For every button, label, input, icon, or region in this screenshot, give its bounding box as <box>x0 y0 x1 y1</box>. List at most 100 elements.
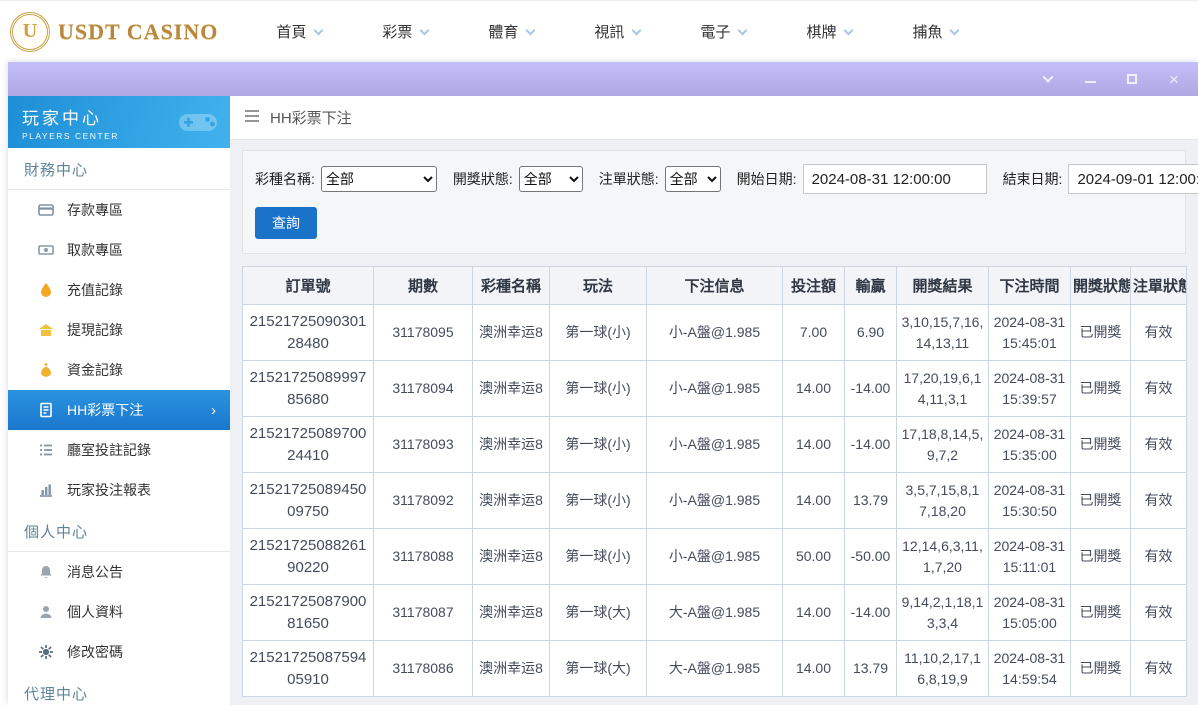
table-cell: 2024-08-31 15:45:01 <box>988 304 1071 361</box>
collapse-icon[interactable] <box>1040 71 1056 87</box>
lottery-ticket-icon <box>38 402 54 418</box>
order-status-select[interactable]: 全部 <box>664 166 721 192</box>
nav-item-label: 捕魚 <box>912 24 943 41</box>
order-status-label: 注單狀態: <box>598 171 659 187</box>
table-cell: 6.90 <box>844 304 897 361</box>
table-cell: 12,14,6,3,11,1,7,20 <box>896 528 989 585</box>
column-header: 期數 <box>373 266 473 305</box>
sidebar-item-deposit[interactable]: 存款專區 <box>8 190 230 230</box>
sidebar-item-hall-bet-record[interactable]: 廳室投註記錄 <box>8 430 230 470</box>
table-cell: 已開獎 <box>1070 472 1131 529</box>
table-cell: 14.00 <box>782 360 845 417</box>
table-cell: 澳洲幸运8 <box>472 472 550 529</box>
nav-item-live-video[interactable]: 視訊 <box>594 21 642 42</box>
table-cell: 有效 <box>1130 528 1187 585</box>
lottery-name-label: 彩種名稱: <box>255 171 315 187</box>
table-cell: 已開獎 <box>1070 528 1131 585</box>
table-cell: 11,10,2,17,16,8,19,9 <box>896 640 989 697</box>
players-center-header: 玩家中心 PLAYERS CENTER <box>8 96 230 148</box>
table-cell: 已開獎 <box>1070 304 1131 361</box>
chevron-down-icon <box>631 25 642 35</box>
draw-status-select[interactable]: 全部 <box>518 166 583 192</box>
minimize-icon[interactable] <box>1082 71 1098 87</box>
nav-item-lottery[interactable]: 彩票 <box>382 21 430 42</box>
table-cell: 17,18,8,14,5,9,7,2 <box>896 416 989 473</box>
sidebar-item-withdrawal-record[interactable]: 提現記錄 <box>8 310 230 350</box>
sidebar-item-hh-lottery-bet[interactable]: HH彩票下注 › <box>8 390 230 430</box>
nav-item-home[interactable]: 首頁 <box>276 21 324 42</box>
close-icon[interactable]: × <box>1166 71 1182 88</box>
table-cell: 有效 <box>1130 640 1187 697</box>
main-content: HH彩票下注 彩種名稱: 全部 開獎狀態: 全部 注單狀態: 全部 開始日期: … <box>230 96 1198 705</box>
draw-status-label: 開獎狀態: <box>452 171 513 187</box>
logo-text: USDT CASINO <box>58 18 219 44</box>
sidebar-item-label: HH彩票下注 <box>67 402 144 418</box>
table-cell: 已開獎 <box>1070 640 1131 697</box>
sidebar-item-withdraw[interactable]: 取款專區 <box>8 230 230 270</box>
cash-icon <box>38 242 54 258</box>
sidebar-item-funds-record[interactable]: 資金記錄 <box>8 350 230 390</box>
window-titlebar: × <box>8 62 1198 96</box>
table-cell: 31178093 <box>373 416 473 473</box>
sidebar-item-announcements[interactable]: 消息公告 <box>8 552 230 592</box>
sidebar-item-label: 取款專區 <box>67 242 123 258</box>
page-title: HH彩票下注 <box>270 110 352 127</box>
table-cell: 有效 <box>1130 360 1187 417</box>
table-cell: 2152172508790081650 <box>242 584 374 641</box>
sidebar-item-change-password[interactable]: 修改密碼 <box>8 632 230 672</box>
site-logo[interactable]: U USDT CASINO <box>10 11 219 52</box>
money-bag-icon <box>38 362 54 378</box>
droplet-icon <box>38 282 54 298</box>
sidebar-item-recharge-record[interactable]: 充值記錄 <box>8 270 230 310</box>
column-header: 下注信息 <box>646 266 783 305</box>
nav-item-label: 體育 <box>488 24 519 41</box>
hamburger-icon[interactable] <box>244 109 260 127</box>
table-cell: 14.00 <box>782 640 845 697</box>
sidebar-item-player-bet-report[interactable]: 玩家投注報表 <box>8 470 230 510</box>
column-header: 玩法 <box>549 266 647 305</box>
table-cell: 第一球(大) <box>549 640 647 697</box>
table-row: 2152172508759405910 31178086 澳洲幸运8 第一球(大) 大-… <box>242 640 1187 697</box>
table-cell: 小-A盤@1.985 <box>646 472 783 529</box>
sidebar-item-profile[interactable]: 個人資料 <box>8 592 230 632</box>
table-cell: -50.00 <box>844 528 897 585</box>
maximize-icon[interactable] <box>1124 71 1140 87</box>
table-cell: 澳洲幸运8 <box>472 360 550 417</box>
sidebar-item-label: 玩家投注報表 <box>67 482 151 498</box>
table-cell: 小-A盤@1.985 <box>646 360 783 417</box>
table-cell: 14.00 <box>782 472 845 529</box>
sidebar-item-label: 充值記錄 <box>67 282 123 298</box>
end-date-input[interactable] <box>1068 164 1198 194</box>
chevron-down-icon <box>737 25 748 35</box>
table-cell: 小-A盤@1.985 <box>646 304 783 361</box>
nav-item-slots[interactable]: 電子 <box>700 21 748 42</box>
table-cell: 2024-08-31 15:05:00 <box>988 584 1071 641</box>
table-row: 2152172508790081650 31178087 澳洲幸运8 第一球(大) 大-… <box>242 584 1187 641</box>
column-header: 注單狀態 <box>1130 266 1187 305</box>
player-center-window: × 玩家中心 PLAYERS CENTER 財務中心 存款專區 取款專區 充值記… <box>8 62 1198 705</box>
column-header: 彩種名稱 <box>472 266 550 305</box>
table-cell: 已開獎 <box>1070 584 1131 641</box>
table-cell: 有效 <box>1130 472 1187 529</box>
table-cell: 大-A盤@1.985 <box>646 640 783 697</box>
nav-item-label: 電子 <box>700 24 731 41</box>
table-cell: 17,20,19,6,14,11,3,1 <box>896 360 989 417</box>
search-button[interactable]: 查詢 <box>255 207 317 239</box>
lottery-name-select[interactable]: 全部 <box>320 166 437 192</box>
nav-item-sports[interactable]: 體育 <box>488 21 536 42</box>
table-cell: 14.00 <box>782 416 845 473</box>
table-cell: 已開獎 <box>1070 416 1131 473</box>
table-cell: 2152172508826190220 <box>242 528 374 585</box>
table-cell: 澳洲幸运8 <box>472 584 550 641</box>
sidebar-item-label: 修改密碼 <box>67 644 123 660</box>
gear-icon <box>38 644 54 660</box>
nav-item-fishing[interactable]: 捕魚 <box>912 21 960 42</box>
sidebar-item-label: 存款專區 <box>67 202 123 218</box>
top-navigation: U USDT CASINO 首頁 彩票 體育 視訊 電子 棋牌 捕魚 <box>0 0 1198 62</box>
table-cell: 2024-08-31 15:39:57 <box>988 360 1071 417</box>
nav-item-board-games[interactable]: 棋牌 <box>806 21 854 42</box>
table-cell: 澳洲幸运8 <box>472 416 550 473</box>
table-cell: 7.00 <box>782 304 845 361</box>
table-cell: 第一球(大) <box>549 584 647 641</box>
start-date-input[interactable] <box>802 164 987 194</box>
